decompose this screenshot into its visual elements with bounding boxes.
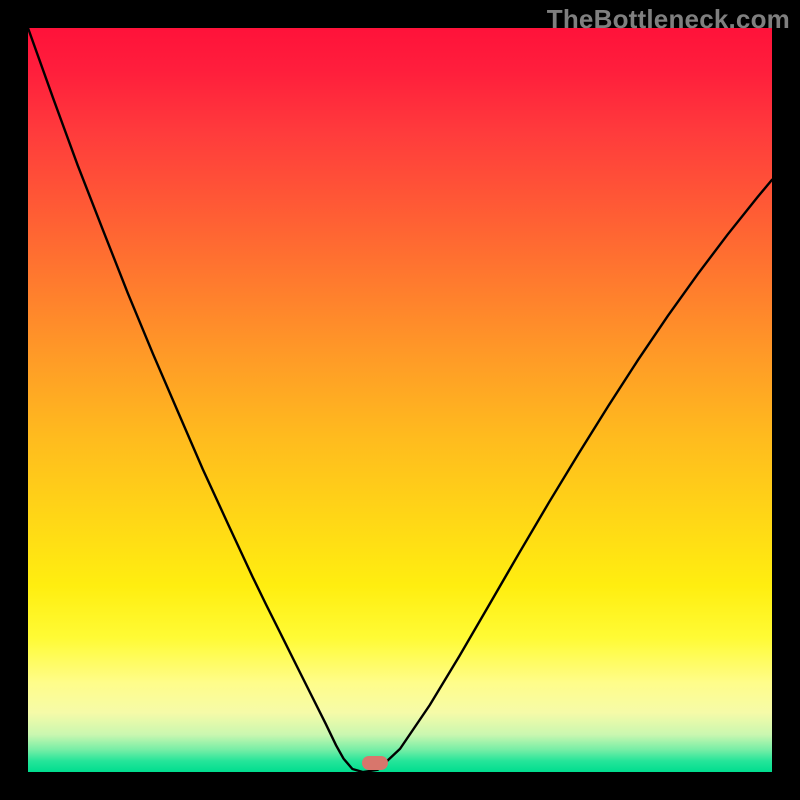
bottleneck-curve [28, 28, 772, 772]
minimum-marker [362, 756, 388, 770]
watermark-text: TheBottleneck.com [547, 4, 790, 35]
chart-frame: TheBottleneck.com [0, 0, 800, 800]
curve-path [28, 28, 772, 772]
